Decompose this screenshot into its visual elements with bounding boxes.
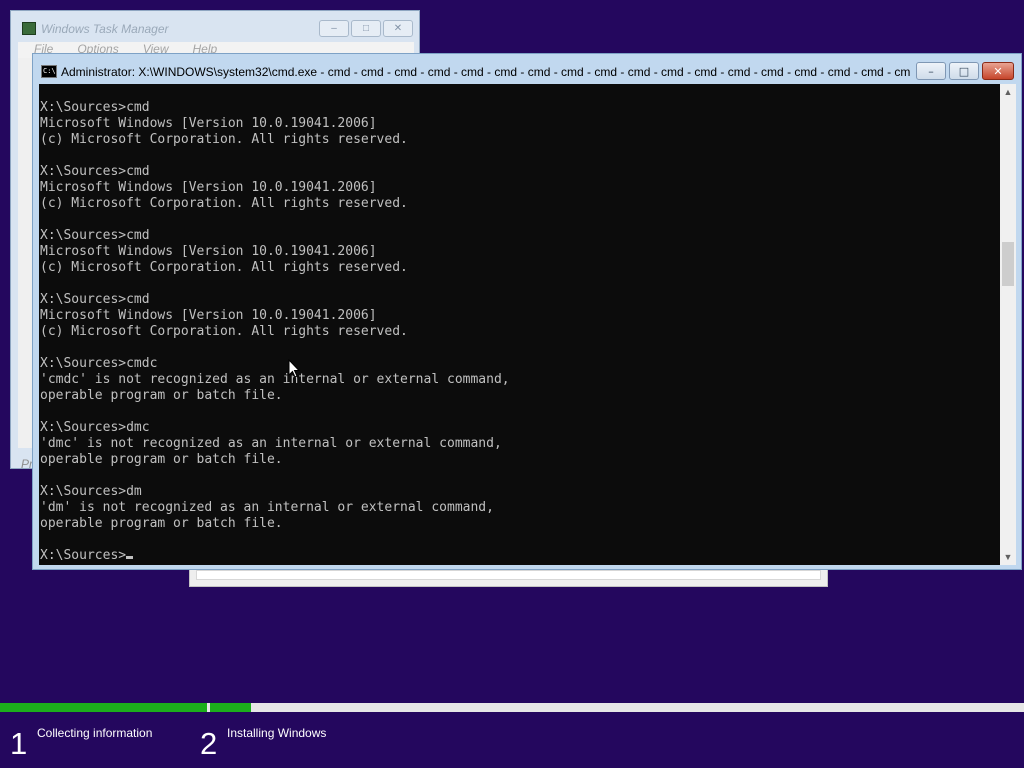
scroll-down-arrow-icon[interactable]: ▼ [1000, 549, 1016, 565]
mouse-pointer-icon [288, 359, 300, 378]
cmd-output-line [40, 148, 510, 164]
task-manager-close-button[interactable]: ✕ [383, 20, 413, 37]
cmd-output-line: operable program or batch file. [40, 452, 283, 467]
task-manager-titlebar[interactable]: Windows Task Manager – □ ✕ [11, 11, 419, 41]
cmd-output-line: X:\Sources>cmdc [40, 356, 158, 371]
progress-segment-2 [210, 703, 1024, 712]
setup-progress-bar [0, 703, 1024, 712]
setup-dialog-field [196, 570, 821, 580]
cmd-output-line: (c) Microsoft Corporation. All rights re… [40, 324, 408, 339]
cmd-output-line: Microsoft Windows [Version 10.0.19041.20… [40, 308, 377, 323]
cmd-output-line: 'dm' is not recognized as an internal or… [40, 500, 494, 515]
progress-segment-1 [0, 703, 207, 712]
cmd-prompt: X:\Sources> [40, 548, 127, 563]
cmd-output-line: Microsoft Windows [Version 10.0.19041.20… [40, 116, 377, 131]
setup-steps: 1 Collecting information 2 Installing Wi… [0, 716, 1024, 768]
task-manager-window-controls: – □ ✕ [319, 20, 413, 37]
step-number: 1 [10, 726, 28, 761]
cmd-titlebar[interactable]: C:\ Administrator: X:\WINDOWS\system32\c… [33, 54, 1021, 84]
step-label: Installing Windows [227, 726, 327, 740]
task-manager-minimize-button[interactable]: – [319, 20, 349, 37]
minimize-icon: – [331, 23, 337, 34]
cmd-output-line: Microsoft Windows [Version 10.0.19041.20… [40, 180, 377, 195]
text-cursor [126, 556, 134, 559]
progress-fill-1 [0, 703, 207, 712]
cmd-output-line: X:\Sources>cmd [40, 228, 150, 243]
cmd-window[interactable]: C:\ Administrator: X:\WINDOWS\system32\c… [32, 53, 1022, 570]
step-number: 2 [200, 726, 218, 761]
cmd-title: Administrator: X:\WINDOWS\system32\cmd.e… [61, 65, 911, 79]
cmd-icon: C:\ [41, 65, 57, 78]
cmd-scrollbar[interactable]: ▲ ▼ [1000, 84, 1016, 565]
progress-fill-2 [210, 703, 251, 712]
minimize-icon: – [928, 64, 934, 78]
cmd-output-line: Microsoft Windows [Version 10.0.19041.20… [40, 244, 377, 259]
cmd-output-line [40, 404, 510, 420]
cmd-output-line: X:\Sources>dm [40, 484, 142, 499]
cmd-output-line [40, 532, 510, 548]
maximize-icon: □ [958, 64, 970, 78]
cmd-output-line: (c) Microsoft Corporation. All rights re… [40, 196, 408, 211]
close-icon: ✕ [993, 64, 1003, 78]
cmd-console[interactable]: X:\Sources>cmd Microsoft Windows [Version… [39, 84, 1000, 565]
cmd-output-line: 'dmc' is not recognized as an internal o… [40, 436, 502, 451]
cmd-output-line: operable program or batch file. [40, 516, 283, 531]
step-label: Collecting information [37, 726, 153, 740]
close-icon: ✕ [393, 23, 403, 34]
cmd-output-line: (c) Microsoft Corporation. All rights re… [40, 132, 408, 147]
cmd-output-line: X:\Sources>cmd [40, 164, 150, 179]
cmd-output-line [40, 340, 510, 356]
cmd-output-line: X:\Sources>cmd [40, 100, 150, 115]
cmd-prompt-line[interactable]: X:\Sources> [40, 548, 510, 564]
task-manager-maximize-button[interactable]: □ [351, 20, 381, 37]
cmd-output-line: 'cmdc' is not recognized as an internal … [40, 372, 510, 387]
cmd-window-controls: – □ ✕ [916, 62, 1014, 80]
cmd-output-line [40, 468, 510, 484]
cmd-close-button[interactable]: ✕ [982, 62, 1014, 80]
cmd-output-line: X:\Sources>cmd [40, 292, 150, 307]
cmd-output-line [40, 212, 510, 228]
maximize-icon: □ [362, 23, 370, 34]
task-manager-icon [22, 22, 36, 35]
cmd-output-line: (c) Microsoft Corporation. All rights re… [40, 260, 408, 275]
scroll-up-arrow-icon[interactable]: ▲ [1000, 84, 1016, 100]
cmd-minimize-button[interactable]: – [916, 62, 946, 80]
task-manager-title: Windows Task Manager [41, 22, 169, 36]
cmd-output-line: X:\Sources>dmc [40, 420, 150, 435]
scroll-thumb[interactable] [1002, 242, 1014, 286]
cmd-output-line [40, 276, 510, 292]
cmd-output-line: operable program or batch file. [40, 388, 283, 403]
cmd-output: X:\Sources>cmd Microsoft Windows [Version… [40, 100, 510, 564]
cmd-maximize-button[interactable]: □ [949, 62, 979, 80]
